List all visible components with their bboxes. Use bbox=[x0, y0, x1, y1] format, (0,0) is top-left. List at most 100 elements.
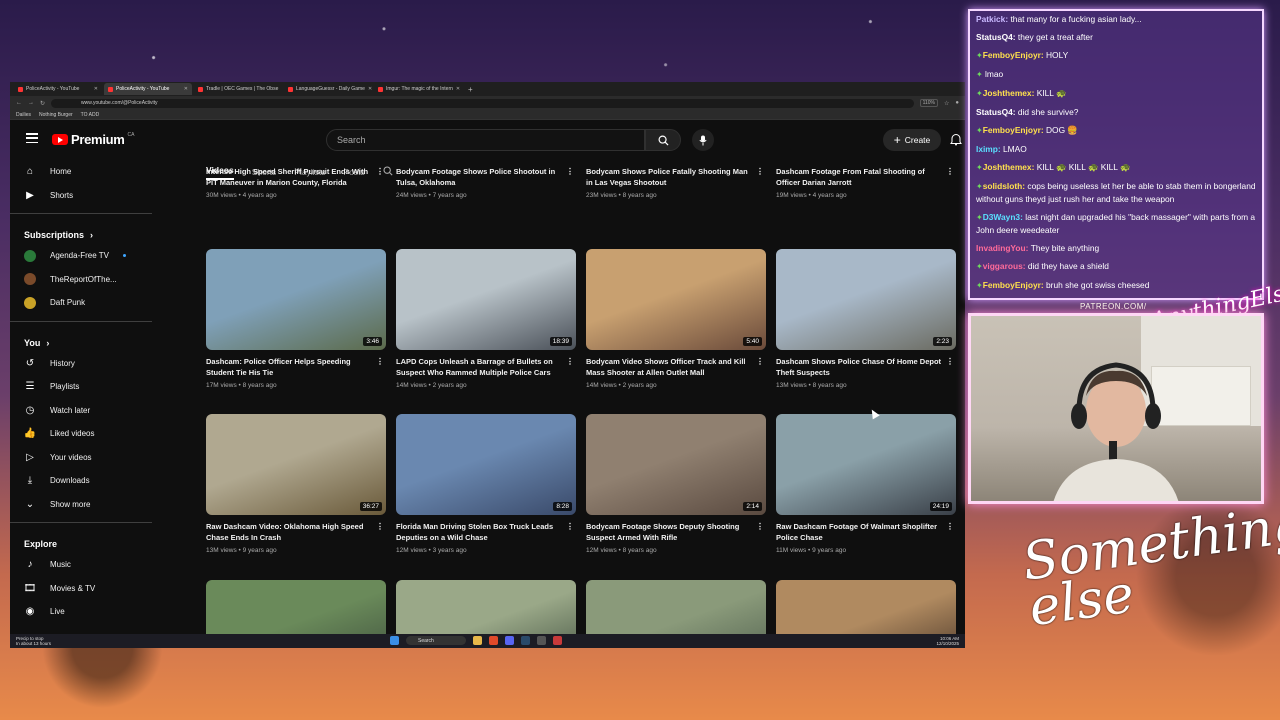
video-card[interactable]: 5:40 Bodycam Video Shows Officer Track an… bbox=[586, 249, 766, 389]
video-card[interactable]: Intense High Speed Sheriff Pursuit Ends … bbox=[206, 166, 386, 199]
app-icon[interactable] bbox=[553, 636, 562, 645]
video-card[interactable]: 36:27 Raw Dashcam Video: Oklahoma High Sp… bbox=[206, 414, 386, 554]
forward-icon[interactable]: → bbox=[28, 100, 34, 106]
video-card[interactable]: Bodycam Footage Shows Police Shootout in… bbox=[396, 166, 576, 199]
sidebar-item[interactable]: ⌄ Show more bbox=[10, 493, 152, 517]
video-title[interactable]: Bodycam Footage Shows Deputy Shooting Su… bbox=[586, 521, 766, 545]
chat-username[interactable]: InvadingYou bbox=[976, 243, 1026, 253]
new-tab-icon[interactable]: + bbox=[468, 85, 473, 94]
browser-tab[interactable]: LanguageGuessr - Daily Game ✕ bbox=[284, 83, 372, 95]
video-thumbnail[interactable]: 2:14 bbox=[586, 414, 766, 515]
video-thumbnail[interactable]: 36:27 bbox=[206, 414, 386, 515]
video-card[interactable]: 8:28 Florida Man Driving Stolen Box Truck… bbox=[396, 414, 576, 554]
video-title[interactable]: Raw Dashcam Video: Oklahoma High Speed C… bbox=[206, 521, 386, 545]
sidebar-item[interactable]: ◷ Watch later bbox=[10, 399, 152, 423]
sidebar-item[interactable]: ◉ Live bbox=[10, 600, 152, 624]
more-options-icon[interactable]: ⋮ bbox=[756, 356, 764, 367]
more-options-icon[interactable]: ⋮ bbox=[376, 166, 384, 177]
chat-username[interactable]: Joshthemex bbox=[983, 162, 1032, 172]
browser-tab[interactable]: Tradle | OEC Games | The Obse✕ bbox=[194, 83, 282, 95]
video-title[interactable]: Raw Dashcam Footage Of Walmart Shoplifte… bbox=[776, 521, 956, 545]
sidebar-section-title[interactable]: Subscriptions › bbox=[10, 220, 152, 244]
video-thumbnail[interactable]: 2:23 bbox=[776, 249, 956, 350]
more-options-icon[interactable]: ⋮ bbox=[946, 356, 954, 367]
more-options-icon[interactable]: ⋮ bbox=[756, 166, 764, 177]
video-title[interactable]: Bodycam Shows Police Fatally Shooting Ma… bbox=[586, 166, 766, 190]
close-icon[interactable]: ✕ bbox=[94, 86, 98, 92]
close-icon[interactable]: ✕ bbox=[281, 86, 282, 92]
subscription-item[interactable]: Daft Punk bbox=[10, 291, 152, 315]
video-thumbnail[interactable]: 8:28 bbox=[396, 414, 576, 515]
video-title[interactable]: Dashcam Shows Police Chase Of Home Depot… bbox=[776, 356, 956, 380]
sidebar-item[interactable]: 🎞 Movies & TV bbox=[10, 577, 152, 601]
obs-icon[interactable] bbox=[537, 636, 546, 645]
browser-tab[interactable]: Imgur: The magic of the Intern ✕ bbox=[374, 83, 462, 95]
video-card[interactable]: 18:39 LAPD Cops Unleash a Barrage of Bull… bbox=[396, 249, 576, 389]
video-card[interactable]: Bodycam Shows Police Fatally Shooting Ma… bbox=[586, 166, 766, 199]
more-options-icon[interactable]: ⋮ bbox=[376, 521, 384, 532]
video-title[interactable]: Dashcam: Police Officer Helps Speeding S… bbox=[206, 356, 386, 380]
chat-username[interactable]: viggarous bbox=[983, 261, 1023, 271]
chat-username[interactable]: lximp bbox=[976, 144, 998, 154]
subscription-item[interactable]: Agenda-Free TV bbox=[10, 244, 152, 268]
video-title[interactable]: Bodycam Video Shows Officer Track and Ki… bbox=[586, 356, 766, 380]
sidebar-item[interactable]: ☰ Playlists bbox=[10, 375, 152, 399]
close-icon[interactable]: ✕ bbox=[368, 86, 372, 92]
more-options-icon[interactable]: ⋮ bbox=[566, 521, 574, 532]
video-title[interactable]: Intense High Speed Sheriff Pursuit Ends … bbox=[206, 166, 386, 190]
video-thumbnail[interactable]: 3:46 bbox=[206, 249, 386, 350]
video-card[interactable]: Dashcam Footage From Fatal Shooting of O… bbox=[776, 166, 956, 199]
star-icon[interactable]: ☆ bbox=[944, 100, 949, 107]
video-card[interactable]: 2:14 Bodycam Footage Shows Deputy Shootin… bbox=[586, 414, 766, 554]
video-title[interactable]: Bodycam Footage Shows Police Shootout in… bbox=[396, 166, 576, 190]
browser-tab[interactable]: PoliceActivity - YouTube ✕ bbox=[104, 83, 192, 95]
chat-username[interactable]: FemboyEnjoyr bbox=[983, 50, 1041, 60]
more-options-icon[interactable]: ⋮ bbox=[946, 166, 954, 177]
chat-username[interactable]: solidsloth bbox=[983, 181, 1023, 191]
more-options-icon[interactable]: ⋮ bbox=[566, 166, 574, 177]
search-input[interactable]: Search bbox=[326, 129, 645, 151]
video-thumbnail[interactable]: 5:40 bbox=[586, 249, 766, 350]
close-icon[interactable]: ✕ bbox=[456, 86, 460, 92]
menu-icon[interactable] bbox=[26, 133, 38, 143]
video-title[interactable]: LAPD Cops Unleash a Barrage of Bullets o… bbox=[396, 356, 576, 380]
chat-username[interactable]: Patkick bbox=[976, 14, 1005, 24]
reload-icon[interactable]: ↻ bbox=[40, 100, 45, 107]
close-icon[interactable]: ✕ bbox=[184, 86, 188, 92]
video-thumbnail[interactable]: 18:39 bbox=[396, 249, 576, 350]
chat-username[interactable]: D3Wayn3 bbox=[983, 212, 1020, 222]
chat-username[interactable]: Joshthemex bbox=[983, 88, 1032, 98]
sidebar-item[interactable]: ▷ Your videos bbox=[10, 446, 152, 470]
create-button[interactable]: + Create bbox=[883, 129, 941, 151]
more-options-icon[interactable]: ⋮ bbox=[376, 356, 384, 367]
sidebar-item[interactable]: ↺ History bbox=[10, 352, 152, 376]
chat-username[interactable]: FemboyEnjoyr bbox=[983, 280, 1041, 290]
bookmark-item[interactable]: Nothing Burger bbox=[39, 112, 73, 118]
taskbar-search[interactable]: Search bbox=[406, 636, 466, 645]
bookmark-item[interactable]: Dailies bbox=[16, 112, 31, 118]
file-explorer-icon[interactable] bbox=[473, 636, 482, 645]
weather-widget[interactable]: Precip to stop In about 13 hours bbox=[16, 636, 51, 646]
sidebar-section-title[interactable]: You › bbox=[10, 328, 152, 352]
system-clock[interactable]: 10:06 AM 12/10/2025 bbox=[936, 636, 959, 646]
notifications-bell-icon[interactable] bbox=[950, 133, 962, 146]
extension-icon[interactable]: ● bbox=[955, 100, 959, 106]
sidebar-item[interactable]: ⤓ Downloads bbox=[10, 469, 152, 493]
video-thumbnail[interactable]: 24:19 bbox=[776, 414, 956, 515]
discord-icon[interactable] bbox=[505, 636, 514, 645]
chat-username[interactable]: StatusQ4 bbox=[976, 32, 1013, 42]
search-button[interactable] bbox=[645, 129, 681, 151]
video-title[interactable]: Dashcam Footage From Fatal Shooting of O… bbox=[776, 166, 956, 190]
video-card[interactable]: 24:19 Raw Dashcam Footage Of Walmart Shop… bbox=[776, 414, 956, 554]
youtube-logo[interactable]: Premium CA bbox=[52, 132, 134, 147]
address-bar[interactable]: www.youtube.com/@PoliceActivity bbox=[51, 98, 914, 108]
video-title[interactable]: Florida Man Driving Stolen Box Truck Lea… bbox=[396, 521, 576, 545]
bookmark-item[interactable]: TO ADD bbox=[81, 112, 100, 118]
subscription-item[interactable]: TheReportOfThe... bbox=[10, 268, 152, 292]
chat-username[interactable]: StatusQ4 bbox=[976, 107, 1013, 117]
more-options-icon[interactable]: ⋮ bbox=[756, 521, 764, 532]
sidebar-item[interactable]: ▶ Shorts bbox=[10, 184, 152, 208]
sidebar-item[interactable]: ⌂ Home bbox=[10, 160, 152, 184]
sidebar-item[interactable]: ♪ Music bbox=[10, 553, 152, 577]
video-card[interactable]: 3:46 Dashcam: Police Officer Helps Speedi… bbox=[206, 249, 386, 389]
